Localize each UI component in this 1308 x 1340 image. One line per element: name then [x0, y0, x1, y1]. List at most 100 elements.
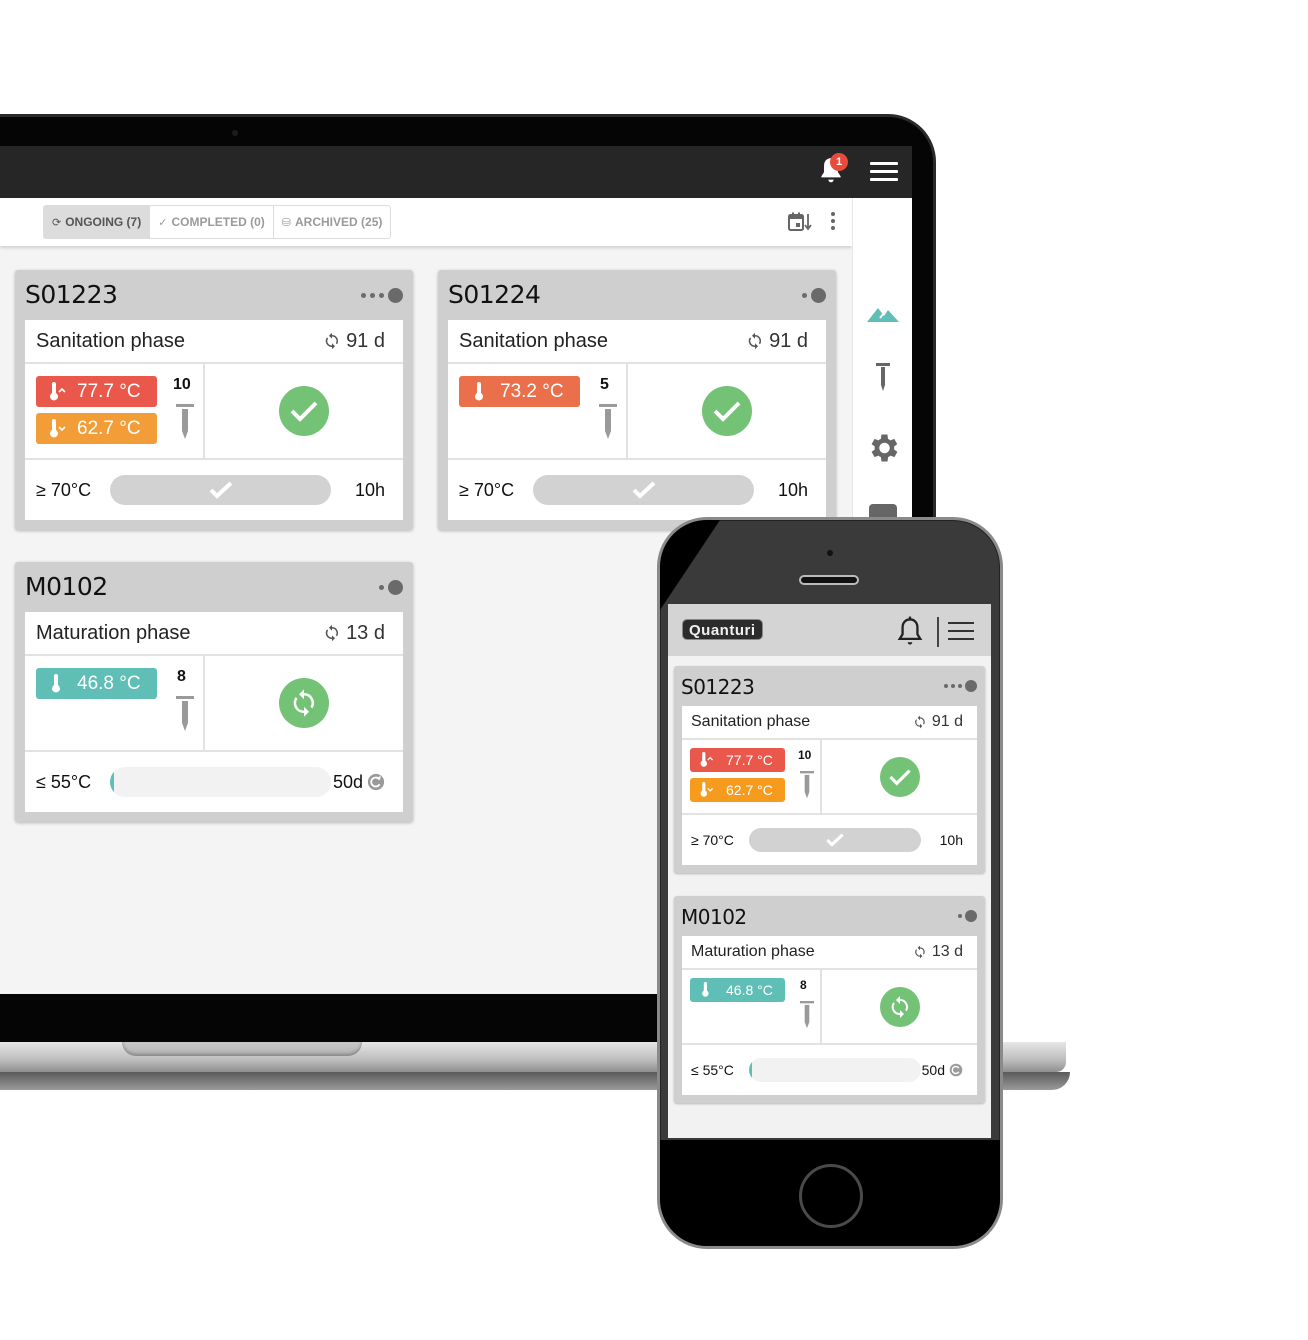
stage-indicator[interactable] — [379, 580, 403, 595]
more-vertical-icon[interactable] — [831, 212, 839, 232]
card-body: Maturation phase 13 d 46.8 °C 8 ≤ 55°C 5… — [682, 936, 977, 1095]
check-circle-icon — [279, 386, 329, 436]
hamburger-menu-icon[interactable] — [870, 162, 898, 182]
duration-text: 50d — [921, 1062, 945, 1078]
sync-icon — [915, 715, 925, 729]
thermometer-up-icon — [47, 381, 69, 402]
check-circle-icon — [702, 386, 752, 436]
mountains-icon[interactable] — [865, 296, 901, 332]
bell-outline-icon[interactable] — [896, 616, 924, 648]
readings-row: 77.7 °C 62.7 °C 10 — [682, 740, 977, 815]
temperature-value: 46.8 °C — [77, 672, 141, 694]
tab-ongoing[interactable]: ⟳ ONGOING (7) — [44, 206, 151, 238]
phase-name: Maturation phase — [691, 943, 815, 960]
thermometer-down-icon — [698, 782, 720, 798]
home-button[interactable] — [799, 1164, 863, 1228]
progress-bar — [749, 828, 921, 852]
stage-indicator[interactable] — [361, 288, 403, 303]
min-temperature-badge[interactable]: 62.7 °C — [36, 413, 157, 444]
thermometer-icon — [698, 982, 720, 998]
duration-value: 10h — [354, 479, 385, 500]
tab-label: ONGOING (7) — [65, 215, 142, 229]
status-area — [822, 970, 977, 1043]
restart-icon[interactable] — [949, 1063, 963, 1077]
sync-icon — [325, 332, 339, 350]
sync-icon — [915, 945, 925, 959]
temperature-readings: 73.2 °C 5 — [448, 364, 628, 458]
card-header: M0102 — [674, 896, 985, 936]
stage-indicator[interactable] — [944, 680, 977, 692]
laptop-opening-notch — [122, 1042, 362, 1056]
tab-archived[interactable]: ⛁ ARCHIVED (25) — [273, 206, 391, 238]
temperature-badge[interactable]: 46.8 °C — [36, 668, 157, 699]
status-tabs: ⟳ ONGOING (7) ✓ COMPLETED (0) ⛁ ARCHIVED… — [43, 205, 392, 239]
batch-id: S01224 — [448, 280, 541, 309]
readings-row: 77.7 °C 62.7 °C 10 — [25, 364, 403, 460]
sync-circle-icon — [279, 678, 329, 728]
temperature-readings: 46.8 °C 8 — [682, 970, 822, 1043]
target-row: ≤ 55°C 50d — [682, 1045, 977, 1095]
progress-bar — [110, 475, 331, 505]
phase-duration: 91 d — [913, 713, 963, 731]
check-icon: ✓ — [158, 216, 168, 229]
stage-indicator[interactable] — [958, 910, 977, 922]
batch-card[interactable]: S01223 Sanitation phase 91 d 77.7 °C 62.… — [674, 666, 985, 873]
batch-card[interactable]: S01223 Sanitation phase 91 d 77.7 °C 62.… — [15, 270, 413, 530]
phase-duration: 13 d — [323, 622, 385, 645]
database-icon: ⛁ — [281, 216, 292, 229]
temperature-value: 77.7 °C — [726, 752, 773, 768]
batch-card[interactable]: M0102 Maturation phase 13 d 46.8 °C 8 ≤ … — [15, 562, 413, 822]
batch-id: S01223 — [681, 675, 755, 699]
quanturi-logo[interactable]: Quanturi — [682, 619, 763, 640]
temperature-value: 46.8 °C — [726, 982, 773, 998]
probe-count: 5 — [600, 376, 609, 393]
stage-indicator[interactable] — [802, 288, 826, 303]
check-icon — [209, 481, 232, 499]
progress-bar — [110, 767, 331, 797]
probe-count: 8 — [177, 668, 186, 685]
probe-icon[interactable] — [865, 360, 901, 396]
phase-name: Sanitation phase — [691, 713, 811, 730]
batch-card[interactable]: S01224 Sanitation phase 91 d 73.2 °C 5 ≥… — [438, 270, 836, 530]
duration-value: 50d — [331, 772, 385, 793]
sync-icon — [325, 624, 339, 642]
duration-text: 50d — [332, 771, 363, 792]
notification-badge: 1 — [830, 153, 848, 171]
thermometer-up-icon — [698, 752, 720, 768]
max-temperature-badge[interactable]: 77.7 °C — [690, 748, 785, 772]
probe-count: 10 — [798, 748, 812, 762]
min-temperature-badge[interactable]: 62.7 °C — [690, 778, 785, 802]
max-temperature-badge[interactable]: 77.7 °C — [36, 376, 157, 407]
temperature-threshold: ≤ 55°C — [36, 771, 92, 792]
card-header: M0102 — [15, 562, 413, 612]
check-circle-icon — [879, 756, 920, 797]
batch-id: M0102 — [25, 572, 108, 601]
temperature-threshold: ≤ 55°C — [691, 1062, 734, 1078]
phone-screen: Quanturi S01223 Sanitation phase 91 d 77… — [668, 604, 991, 1138]
temperature-value: 77.7 °C — [77, 380, 141, 402]
phone-glare — [660, 520, 720, 610]
sync-circle-icon — [879, 986, 920, 1027]
temperature-badge[interactable]: 73.2 °C — [459, 376, 580, 407]
duration-value: 50d — [921, 1062, 963, 1078]
batch-id: S01223 — [25, 280, 118, 309]
probe-icon — [176, 696, 194, 731]
temperature-readings: 77.7 °C 62.7 °C 10 — [682, 740, 822, 813]
temperature-value: 62.7 °C — [726, 782, 773, 798]
calendar-sort-icon[interactable] — [788, 212, 812, 232]
hamburger-menu-icon[interactable] — [948, 622, 974, 640]
tab-label: ARCHIVED (25) — [295, 215, 383, 229]
temperature-badge[interactable]: 46.8 °C — [690, 978, 785, 1002]
phase-duration: 91 d — [323, 330, 385, 353]
batch-card[interactable]: M0102 Maturation phase 13 d 46.8 °C 8 ≤ … — [674, 896, 985, 1103]
card-body: Sanitation phase 91 d 77.7 °C 62.7 °C 10… — [682, 706, 977, 865]
card-header: S01224 — [438, 270, 836, 320]
gear-icon[interactable] — [865, 430, 901, 466]
phase-name: Sanitation phase — [36, 329, 186, 352]
restart-icon[interactable] — [367, 773, 385, 791]
probe-icon — [800, 771, 814, 799]
target-row: ≥ 70°C 10h — [25, 460, 403, 520]
status-area — [205, 364, 403, 458]
tab-completed[interactable]: ✓ COMPLETED (0) — [150, 206, 274, 238]
temperature-readings: 46.8 °C 8 — [25, 656, 205, 750]
